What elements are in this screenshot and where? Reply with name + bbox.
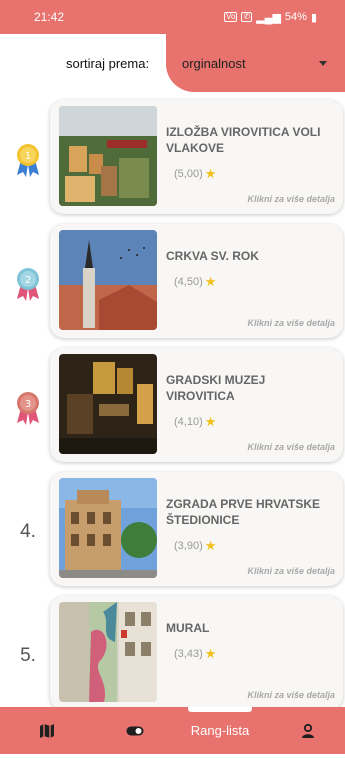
item-rating: (3,43) ★ bbox=[174, 647, 216, 660]
volte-icon: Vo bbox=[224, 12, 238, 22]
silver-medal-icon: 2 bbox=[8, 264, 48, 304]
gold-medal-icon: 1 bbox=[8, 140, 48, 180]
rank-number: 5. bbox=[20, 645, 36, 666]
nav-toggle[interactable] bbox=[110, 707, 160, 754]
details-link[interactable]: Klikni za više detalja bbox=[247, 566, 335, 576]
details-link[interactable]: Klikni za više detalja bbox=[247, 690, 335, 700]
details-link[interactable]: Klikni za više detalja bbox=[247, 442, 335, 452]
star-icon: ★ bbox=[204, 538, 217, 553]
item-rating: (4,50) ★ bbox=[174, 275, 216, 288]
signal-icon: ▂▄▆ bbox=[256, 11, 281, 24]
item-image bbox=[59, 230, 157, 330]
bronze-medal-icon: 3 bbox=[8, 388, 48, 428]
status-icons: Vo ✆ ▂▄▆ 54% ▮ bbox=[224, 11, 317, 24]
item-image bbox=[59, 106, 157, 206]
item-rating: (4,10) ★ bbox=[174, 415, 216, 428]
item-title: MURAL bbox=[166, 621, 210, 635]
rating-value: (4,50) bbox=[174, 275, 203, 288]
item-title: CRKVA SV. ROK bbox=[166, 249, 259, 263]
svg-text:3: 3 bbox=[25, 399, 31, 410]
item-title: ZGRADA PRVE HRVATSKE ŠTEDIONICE bbox=[166, 497, 321, 527]
star-icon: ★ bbox=[204, 166, 217, 181]
list-item[interactable]: IZLOŽBA VIROVITICA VOLI VLAKOVE (5,00) ★… bbox=[50, 100, 343, 214]
item-title: GRADSKI MUZEJ VIROVITICA bbox=[166, 373, 266, 403]
star-icon: ★ bbox=[204, 274, 217, 289]
item-rating: (5,00) ★ bbox=[174, 167, 216, 180]
nav-profile[interactable] bbox=[283, 707, 333, 754]
details-link[interactable]: Klikni za više detalja bbox=[247, 318, 335, 328]
svg-text:2: 2 bbox=[25, 275, 31, 286]
nav-map[interactable] bbox=[22, 707, 72, 754]
details-link[interactable]: Klikni za više detalja bbox=[247, 194, 335, 204]
bottom-navigation: Rang-lista bbox=[0, 707, 345, 754]
sort-row: sortiraj prema: orginalnost bbox=[0, 34, 345, 92]
nav-rang-lista[interactable]: Rang-lista bbox=[180, 707, 260, 754]
rating-value: (5,00) bbox=[174, 167, 203, 180]
status-time: 21:42 bbox=[34, 10, 65, 24]
item-title: IZLOŽBA VIROVITICA VOLI VLAKOVE bbox=[166, 125, 321, 155]
person-icon bbox=[302, 723, 314, 738]
list-item[interactable]: MURAL (3,43) ★ Klikni za više detalja bbox=[50, 596, 343, 710]
map-icon bbox=[40, 723, 54, 738]
battery-percentage: 54% bbox=[284, 11, 307, 23]
svg-text:1: 1 bbox=[25, 151, 31, 162]
item-rating: (3,90) ★ bbox=[174, 539, 216, 552]
list-item[interactable]: ZGRADA PRVE HRVATSKE ŠTEDIONICE (3,90) ★… bbox=[50, 472, 343, 586]
rating-value: (3,43) bbox=[174, 647, 203, 660]
sort-dropdown[interactable]: orginalnost bbox=[166, 34, 345, 92]
item-image bbox=[59, 354, 157, 454]
nav-rang-lista-label: Rang-lista bbox=[190, 723, 250, 738]
star-icon: ★ bbox=[204, 646, 217, 661]
list-item[interactable]: CRKVA SV. ROK (4,50) ★ Klikni za više de… bbox=[50, 224, 343, 338]
battery-icon: ▮ bbox=[310, 11, 317, 24]
rating-value: (3,90) bbox=[174, 539, 203, 552]
rank-number: 4. bbox=[20, 521, 36, 542]
item-image bbox=[59, 602, 157, 702]
list-item[interactable]: GRADSKI MUZEJ VIROVITICA (4,10) ★ Klikni… bbox=[50, 348, 343, 462]
sort-label: sortiraj prema: bbox=[66, 56, 150, 71]
star-icon: ★ bbox=[204, 414, 217, 429]
sort-selected-value: orginalnost bbox=[182, 56, 246, 71]
status-bar: 21:42 Vo ✆ ▂▄▆ 54% ▮ bbox=[0, 0, 345, 34]
chevron-down-icon bbox=[319, 61, 327, 66]
wifi-call-icon: ✆ bbox=[241, 12, 253, 22]
toggle-icon bbox=[126, 726, 144, 735]
item-image bbox=[59, 478, 157, 578]
rating-value: (4,10) bbox=[174, 415, 203, 428]
